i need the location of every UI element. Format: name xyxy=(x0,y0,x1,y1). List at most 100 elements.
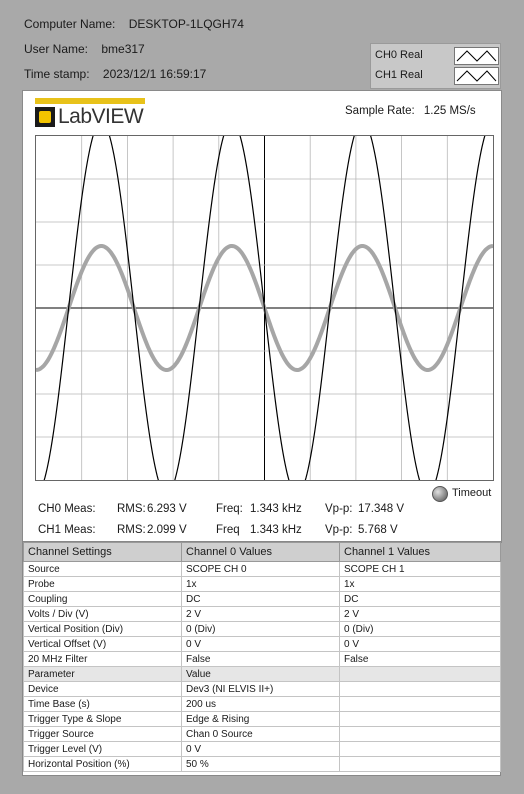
ch1-freq-value: 1.343 kHz xyxy=(250,524,302,536)
timestamp-label: Time stamp: xyxy=(24,67,90,81)
ch0-freq-label: Freq: xyxy=(216,503,243,515)
table-cell xyxy=(339,696,501,712)
table-row: Trigger Level (V) 0 V xyxy=(23,741,501,757)
table-cell xyxy=(339,711,501,727)
ch1-rms-label: RMS: xyxy=(117,524,146,536)
table-row: Trigger Source Chan 0 Source xyxy=(23,726,501,742)
table-row: Coupling DC DC xyxy=(23,591,501,607)
ch1-freq-label: Freq xyxy=(216,524,240,536)
waveform-plot xyxy=(35,120,494,496)
legend-ch0-swatch[interactable] xyxy=(454,47,499,65)
ch1-rms-value: 2.099 V xyxy=(147,524,187,536)
computer-name-value: DESKTOP-1LQGH74 xyxy=(128,17,244,31)
ch0-vpp-value: 17.348 V xyxy=(358,503,405,515)
table-cell: SCOPE CH 0 xyxy=(181,561,340,577)
table-row: Probe 1x 1x xyxy=(23,576,501,592)
table-cell: 2 V xyxy=(181,606,340,622)
table-cell: Source xyxy=(23,561,182,577)
sample-rate-value: 1.25 MS/s xyxy=(423,105,476,117)
table-cell: 0 V xyxy=(181,636,340,652)
timestamp-row: Time stamp: 2023/12/1 16:59:17 xyxy=(24,67,206,81)
table-cell: 0 (Div) xyxy=(339,621,501,637)
table-cell: Device xyxy=(23,681,182,697)
ch0-vpp-label: Vp-p: xyxy=(325,503,353,515)
table-row: Source SCOPE CH 0 SCOPE CH 1 xyxy=(23,561,501,577)
table-cell: 200 us xyxy=(181,696,340,712)
table-row: Time Base (s) 200 us xyxy=(23,696,501,712)
settings-table: Channel Settings Channel 0 Values Channe… xyxy=(22,541,501,776)
table-cell: Horizontal Position (%) xyxy=(23,756,182,772)
legend-ch1-swatch[interactable] xyxy=(454,67,499,85)
table-cell: DC xyxy=(339,591,501,607)
legend-ch1-label: CH1 Real xyxy=(375,69,423,81)
table-cell: 0 V xyxy=(181,741,340,757)
table-row: Vertical Offset (V) 0 V0 V xyxy=(23,636,501,652)
table-cell: Vertical Position (Div) xyxy=(23,621,182,637)
plot-legend[interactable]: CH0 Real CH1 Real xyxy=(370,43,501,89)
table-cell xyxy=(339,681,501,697)
table-row: Parameter Value xyxy=(23,666,501,682)
header-channel-settings: Channel Settings xyxy=(23,542,182,562)
table-cell: Chan 0 Source xyxy=(181,726,340,742)
user-name-label: User Name: xyxy=(24,42,89,56)
labview-logo-text: LabVIEW xyxy=(58,105,144,128)
header-channel-0-values: Channel 0 Values xyxy=(181,542,340,562)
table-cell: Probe xyxy=(23,576,182,592)
table-row: Volts / Div (V) 2 V2 V xyxy=(23,606,501,622)
labview-logo: LabVIEW xyxy=(35,98,145,130)
user-name-row: User Name: bme317 xyxy=(24,42,145,56)
table-cell: 1x xyxy=(339,576,501,592)
table-cell xyxy=(339,741,501,757)
table-cell: Parameter xyxy=(23,666,182,682)
table-cell: False xyxy=(181,651,340,667)
table-cell: False xyxy=(339,651,501,667)
labview-logo-icon xyxy=(35,107,55,127)
table-cell: Volts / Div (V) xyxy=(23,606,182,622)
user-name-value: bme317 xyxy=(101,42,145,56)
table-cell: 50 % xyxy=(181,756,340,772)
computer-name-row: Computer Name: DESKTOP-1LQGH74 xyxy=(24,17,244,31)
table-cell: Trigger Type & Slope xyxy=(23,711,182,727)
table-cell: Edge & Rising xyxy=(181,711,340,727)
timeout-label: Timeout xyxy=(452,487,492,499)
table-cell: 20 MHz Filter xyxy=(23,651,182,667)
table-cell: Dev3 (NI ELVIS II+) xyxy=(181,681,340,697)
computer-name-label: Computer Name: xyxy=(24,17,116,31)
table-cell: 0 (Div) xyxy=(181,621,340,637)
table-header-row: Channel Settings Channel 0 Values Channe… xyxy=(23,542,501,562)
table-cell: Time Base (s) xyxy=(23,696,182,712)
legend-ch0-label: CH0 Real xyxy=(375,49,423,61)
ch0-rms-label: RMS: xyxy=(117,503,146,515)
table-cell: Vertical Offset (V) xyxy=(23,636,182,652)
table-cell: 0 V xyxy=(339,636,501,652)
oscilloscope-graph[interactable] xyxy=(35,120,494,496)
ch0-meas-label: CH0 Meas: xyxy=(38,503,96,515)
header-channel-1-values: Channel 1 Values xyxy=(339,542,501,562)
ch1-vpp-label: Vp-p: xyxy=(325,524,353,536)
legend-ch0-line-icon xyxy=(456,50,497,62)
table-row: Trigger Type & Slope Edge & Rising xyxy=(23,711,501,727)
timestamp-value: 2023/12/1 16:59:17 xyxy=(102,67,207,81)
table-row: Vertical Position (Div) 0 (Div) 0 (Div) xyxy=(23,621,501,637)
table-cell: Trigger Level (V) xyxy=(23,741,182,757)
ch0-freq-value: 1.343 kHz xyxy=(250,503,302,515)
table-row: Horizontal Position (%) 50 % xyxy=(23,756,501,772)
legend-ch1-line-icon xyxy=(456,70,497,82)
table-cell: 1x xyxy=(181,576,340,592)
table-cell: DC xyxy=(181,591,340,607)
sample-rate-label: Sample Rate: xyxy=(345,105,415,117)
table-cell: 2 V xyxy=(339,606,501,622)
table-row: 20 MHz Filter False False xyxy=(23,651,501,667)
table-cell xyxy=(339,726,501,742)
table-cell xyxy=(339,756,501,772)
table-cell: SCOPE CH 1 xyxy=(339,561,501,577)
scope-panel: LabVIEW Sample Rate: 1.25 MS/s CH0 Meas:… xyxy=(22,90,502,543)
ch0-rms-value: 6.293 V xyxy=(147,503,187,515)
table-row: Device Dev3 (NI ELVIS II+) xyxy=(23,681,501,697)
table-cell xyxy=(339,666,501,682)
table-cell: Coupling xyxy=(23,591,182,607)
table-cell: Trigger Source xyxy=(23,726,182,742)
timeout-led-icon xyxy=(432,486,448,502)
ch1-meas-label: CH1 Meas: xyxy=(38,524,96,536)
ch1-vpp-value: 5.768 V xyxy=(358,524,398,536)
